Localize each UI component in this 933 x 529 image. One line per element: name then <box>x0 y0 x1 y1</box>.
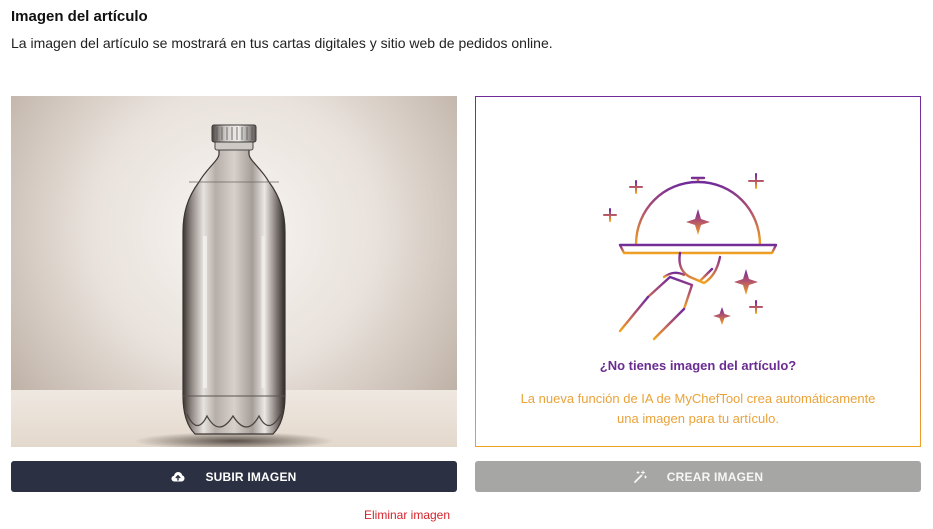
cloud-upload-icon <box>171 471 185 483</box>
ai-description-text: La nueva función de IA de MyChefTool cre… <box>520 391 876 426</box>
upload-image-label: SUBIR IMAGEN <box>205 469 297 484</box>
ai-question-text: ¿No tienes imagen del artículo? <box>599 358 797 373</box>
remove-image-link[interactable]: Eliminar imagen <box>364 508 450 522</box>
magic-wand-icon <box>633 469 647 484</box>
serving-cloche-sparkles-icon <box>600 173 800 343</box>
upload-image-button[interactable]: SUBIR IMAGEN <box>11 461 457 492</box>
item-image-section: Imagen del artículo La imagen del artícu… <box>0 0 933 529</box>
section-title: Imagen del artículo <box>11 8 148 25</box>
ai-image-panel: ¿No tienes imagen del artículo? La nueva… <box>475 96 921 447</box>
item-photo <box>11 96 457 447</box>
section-subtitle: La imagen del artículo se mostrará en tu… <box>11 35 553 51</box>
create-image-button[interactable]: CREAR IMAGEN <box>475 461 921 492</box>
create-image-label: CREAR IMAGEN <box>666 469 764 484</box>
